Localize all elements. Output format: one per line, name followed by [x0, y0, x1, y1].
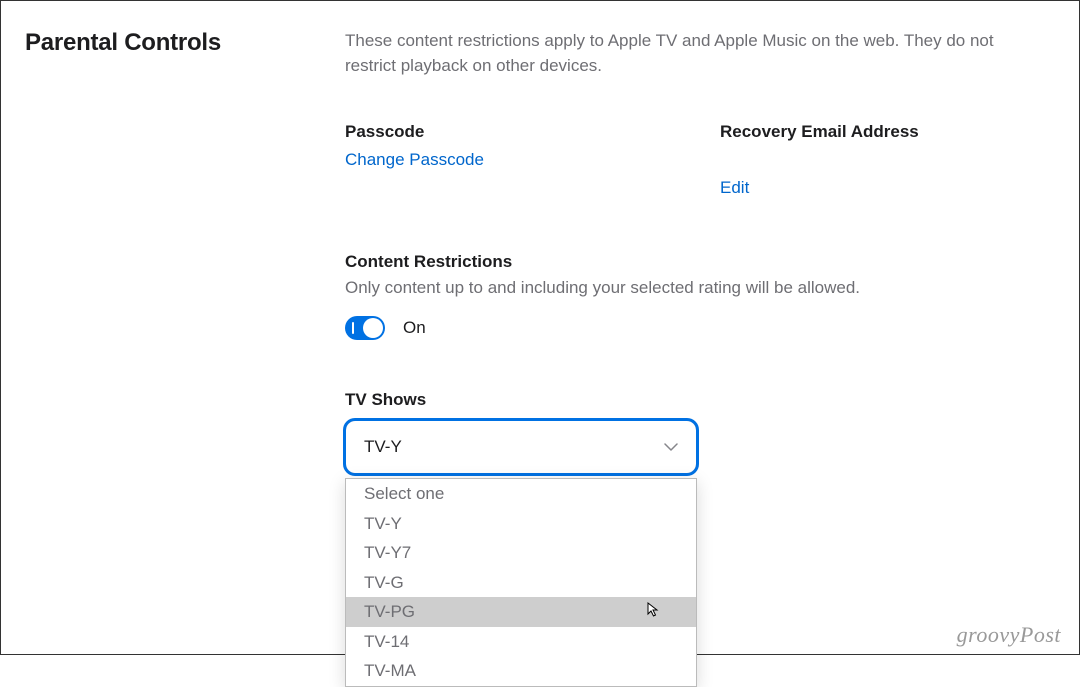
content-restrictions-title: Content Restrictions — [345, 252, 1035, 272]
dropdown-option[interactable]: TV-MA — [346, 656, 696, 686]
dropdown-option[interactable]: TV-Y7 — [346, 538, 696, 568]
watermark: groovyPost — [957, 622, 1061, 648]
dropdown-option[interactable]: TV-G — [346, 568, 696, 598]
recovery-email-value — [720, 150, 910, 172]
change-passcode-link[interactable]: Change Passcode — [345, 150, 484, 170]
passcode-label: Passcode — [345, 122, 660, 142]
tv-shows-selected-value: TV-Y — [364, 437, 402, 457]
edit-recovery-email-link[interactable]: Edit — [720, 178, 749, 198]
chevron-down-icon — [664, 443, 678, 451]
dropdown-option[interactable]: TV-Y — [346, 509, 696, 539]
page-description: These content restrictions apply to Appl… — [345, 29, 1035, 78]
tv-shows-dropdown: Select oneTV-YTV-Y7TV-GTV-PGTV-14TV-MA — [345, 478, 697, 687]
dropdown-option[interactable]: TV-14 — [346, 627, 696, 657]
tv-shows-select[interactable]: TV-Y — [345, 420, 697, 474]
toggle-state-label: On — [403, 318, 426, 338]
recovery-email-label: Recovery Email Address — [720, 122, 1035, 142]
dropdown-option[interactable]: Select one — [346, 479, 696, 509]
content-restrictions-description: Only content up to and including your se… — [345, 278, 1035, 298]
content-restrictions-toggle[interactable] — [345, 316, 385, 340]
dropdown-option[interactable]: TV-PG — [346, 597, 696, 627]
tv-shows-label: TV Shows — [345, 390, 1035, 410]
page-title: Parental Controls — [25, 29, 345, 57]
